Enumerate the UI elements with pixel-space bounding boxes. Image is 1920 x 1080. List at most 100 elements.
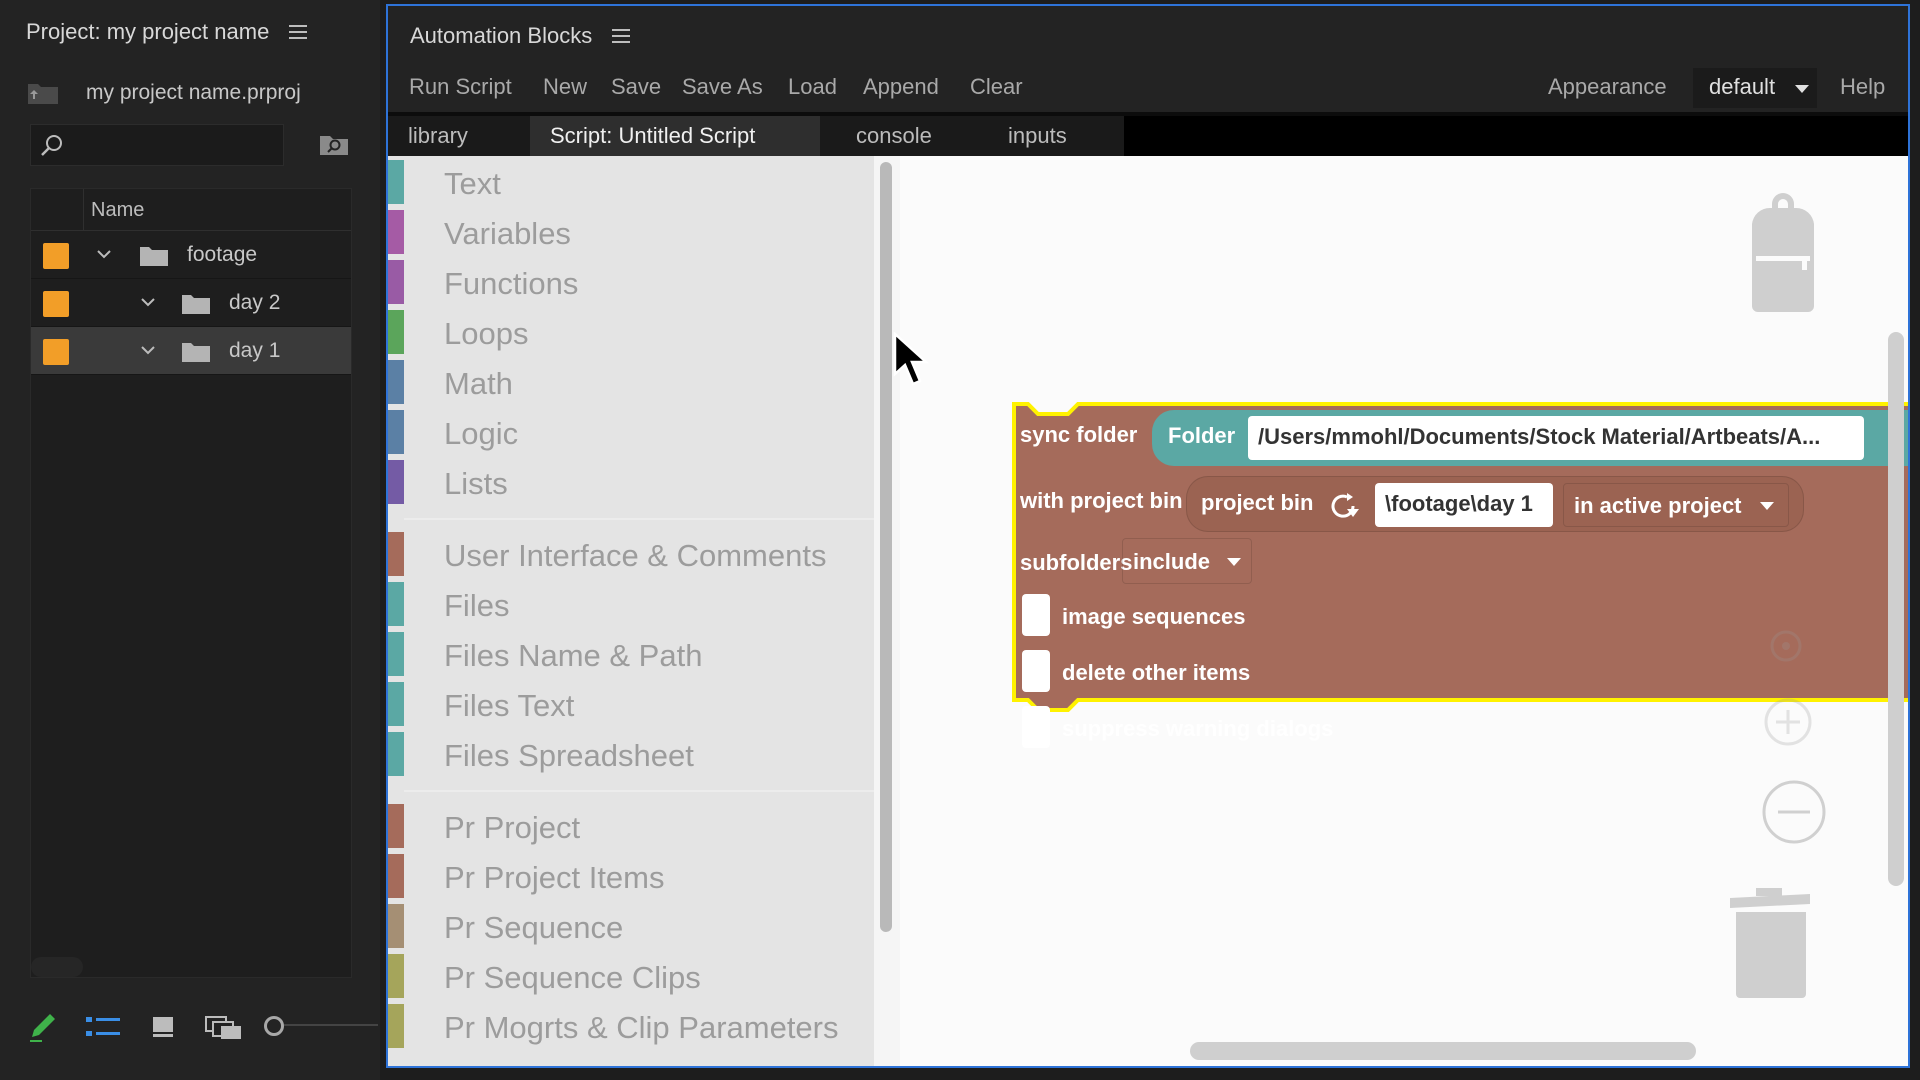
category-color-bar — [388, 632, 404, 676]
checkbox-label: delete other items — [1062, 660, 1251, 685]
clear-button[interactable]: Clear — [970, 74, 1023, 100]
project-panel-menu-icon[interactable] — [289, 25, 308, 39]
backpack-icon[interactable] — [1742, 192, 1824, 314]
toolbox-category[interactable]: Files Text — [388, 682, 874, 726]
suppress-warning-dialogs-checkbox[interactable] — [1022, 706, 1050, 748]
folder-icon — [182, 343, 210, 362]
new-button[interactable]: New — [543, 74, 587, 100]
automation-blocks-panel: Automation Blocks Run Script New Save Sa… — [386, 4, 1910, 1068]
image-sequences-checkbox[interactable] — [1022, 594, 1050, 636]
tab-inputs[interactable]: inputs — [970, 116, 1124, 156]
category-label: Files — [444, 588, 510, 623]
folder-path-field[interactable]: /Users/mmohl/Documents/Stock Material/Ar… — [1248, 416, 1864, 460]
checkbox-label: image sequences — [1062, 604, 1246, 629]
zoom-out-icon[interactable] — [1760, 778, 1828, 846]
toolbox-category[interactable]: Files Name & Path — [388, 632, 874, 676]
toolbox-category[interactable]: Files — [388, 582, 874, 626]
folder-block[interactable]: Folder /Users/mmohl/Documents/Stock Mate… — [1152, 410, 1908, 466]
zoom-in-icon[interactable] — [1762, 696, 1814, 748]
toolbox-category[interactable]: Variables — [388, 210, 874, 254]
mouse-cursor-icon — [893, 332, 930, 386]
appearance-label: Appearance — [1548, 74, 1667, 99]
toolbox-category[interactable]: Pr Project Items — [388, 854, 874, 898]
find-bin-icon[interactable] — [318, 130, 350, 158]
bin-path-field[interactable]: \footage\day 1 — [1375, 483, 1553, 527]
category-color-bar — [388, 682, 404, 726]
chevron-down-icon[interactable] — [95, 245, 113, 263]
category-label: Files Name & Path — [444, 638, 703, 673]
label-color-swatch[interactable] — [43, 291, 69, 317]
append-button[interactable]: Append — [863, 74, 939, 100]
search-input[interactable] — [30, 124, 284, 166]
theme-dropdown[interactable]: default — [1693, 68, 1817, 108]
category-label: Pr Sequence Clips — [444, 960, 701, 995]
category-label: Files Spreadsheet — [444, 738, 694, 773]
trash-icon[interactable] — [1726, 884, 1814, 1002]
panel-menu-icon[interactable] — [612, 29, 631, 43]
category-label: Variables — [444, 216, 571, 251]
toolbox-category[interactable]: Pr Mogrts & Clip Parameters — [388, 1004, 874, 1048]
toolbox-category[interactable]: User Interface & Comments — [388, 532, 874, 576]
toolbox-category[interactable]: Pr Project — [388, 804, 874, 848]
with-project-bin-label: with project bin — [1020, 488, 1183, 513]
pencil-icon[interactable] — [28, 1010, 58, 1044]
toolbox-category[interactable]: Pr Sequence — [388, 904, 874, 948]
category-color-bar — [388, 904, 404, 948]
zoom-slider-track[interactable] — [284, 1024, 378, 1026]
block-workspace[interactable]: sync folder Folder /Users/mmohl/Document… — [900, 156, 1908, 1066]
workspace-vertical-scrollbar[interactable] — [1888, 332, 1904, 886]
zoom-slider-knob[interactable] — [264, 1016, 284, 1036]
chevron-down-icon[interactable] — [139, 341, 157, 359]
project-bottom-toolbar — [0, 1010, 380, 1050]
toolbox-category[interactable]: Pr Sequence Clips — [388, 954, 874, 998]
project-bin-block[interactable]: project bin \footage\day 1 in active pro… — [1186, 476, 1804, 532]
project-file-row: my project name.prproj — [26, 76, 301, 110]
list-view-icon[interactable] — [86, 1016, 120, 1038]
load-button[interactable]: Load — [788, 74, 837, 100]
chevron-down-icon[interactable] — [139, 293, 157, 311]
category-color-bar — [388, 460, 404, 504]
category-label: Pr Mogrts & Clip Parameters — [444, 1010, 839, 1045]
label-color-swatch[interactable] — [43, 339, 69, 365]
table-row[interactable]: day 1 — [31, 327, 351, 375]
name-column-header[interactable]: Name — [91, 199, 144, 222]
zoom-slider[interactable] — [264, 1016, 378, 1036]
toolbox-category[interactable]: Files Spreadsheet — [388, 732, 874, 776]
run-script-button[interactable]: Run Script — [409, 74, 512, 100]
category-label: User Interface & Comments — [444, 538, 827, 573]
table-row[interactable]: day 2 — [31, 279, 351, 327]
up-folder-icon[interactable] — [26, 80, 60, 106]
toolbox-category[interactable]: Functions — [388, 260, 874, 304]
tab-script[interactable]: Script: Untitled Script — [530, 116, 820, 156]
category-label: Pr Sequence — [444, 910, 624, 945]
recenter-icon[interactable] — [1768, 628, 1804, 664]
tab-library[interactable]: library — [388, 116, 530, 156]
caret-down-icon — [1760, 502, 1774, 510]
help-button[interactable]: Help — [1840, 74, 1885, 100]
toolbox-scrollbar[interactable] — [880, 162, 892, 932]
label-color-swatch[interactable] — [43, 243, 69, 269]
category-label: Pr Project — [444, 810, 581, 845]
category-color-bar — [388, 532, 404, 576]
subfolders-dropdown[interactable]: include — [1122, 538, 1252, 584]
category-color-bar — [388, 410, 404, 454]
table-row[interactable]: footage — [31, 231, 351, 279]
toolbox-category[interactable]: Logic — [388, 410, 874, 454]
bin-scope-dropdown[interactable]: in active project — [1563, 483, 1789, 527]
category-label: Functions — [444, 266, 579, 301]
toolbox-category[interactable]: Math — [388, 360, 874, 404]
horizontal-scrollbar[interactable] — [31, 957, 83, 977]
category-color-bar — [388, 160, 404, 204]
freeform-view-icon[interactable] — [205, 1016, 243, 1040]
toolbox-category[interactable]: Loops — [388, 310, 874, 354]
delete-other-items-checkbox[interactable] — [1022, 650, 1050, 692]
toolbox-category[interactable]: Lists — [388, 460, 874, 504]
refresh-icon[interactable] — [1327, 491, 1361, 519]
workspace-horizontal-scrollbar[interactable] — [1190, 1042, 1696, 1060]
icon-view-icon[interactable] — [152, 1016, 174, 1038]
category-color-bar — [388, 582, 404, 626]
tab-console[interactable]: console — [820, 116, 970, 156]
toolbox-category[interactable]: Text — [388, 160, 874, 204]
save-button[interactable]: Save — [611, 74, 661, 100]
save-as-button[interactable]: Save As — [682, 74, 763, 100]
